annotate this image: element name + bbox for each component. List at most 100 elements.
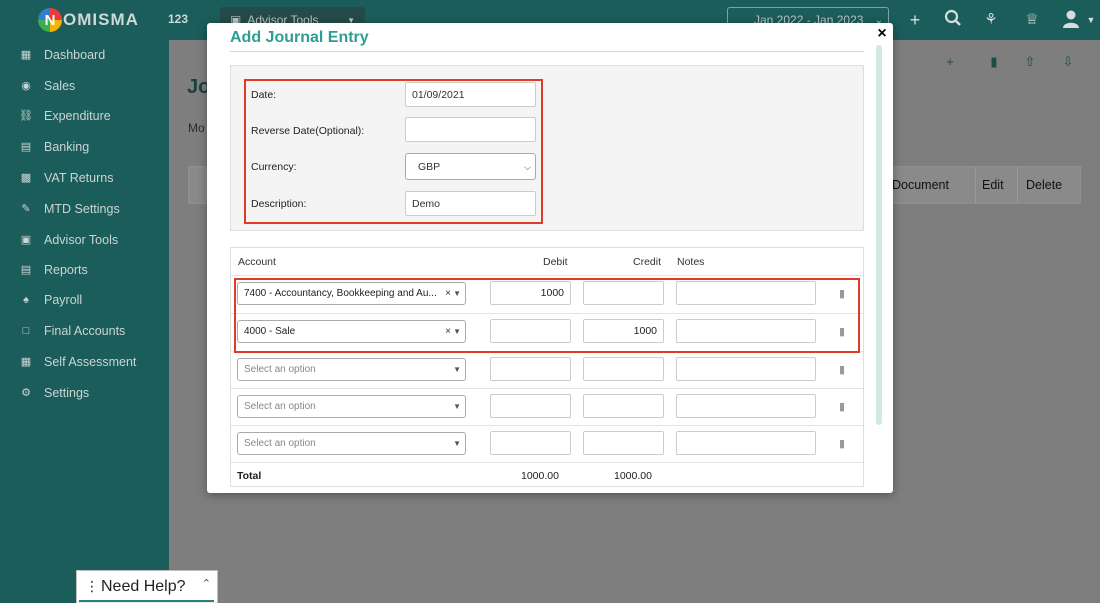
notes-input[interactable] (676, 431, 816, 455)
trash-icon[interactable]: ▮ (839, 437, 845, 450)
need-help-widget[interactable]: ⋮ Need Help? ⌃ (76, 570, 218, 603)
notes-column-header: Notes (677, 256, 705, 268)
account-select[interactable]: Select an option ▼ (237, 395, 466, 418)
reports-icon: ▤ (20, 264, 32, 276)
caret-down-icon: ▼ (453, 439, 461, 448)
self-assessment-icon: ▦ (20, 356, 32, 368)
dashboard-icon: ▦ (20, 49, 32, 61)
sidebar-item-reports[interactable]: ▤ Reports (0, 256, 169, 284)
debit-input[interactable] (490, 394, 571, 418)
debit-input[interactable] (490, 357, 571, 381)
sidebar-item-vat-returns[interactable]: ▩ VAT Returns (0, 164, 169, 192)
sidebar-item-final-accounts[interactable]: □ Final Accounts (0, 317, 169, 345)
currency-select[interactable]: GBP ⌵ (405, 153, 536, 180)
vat-icon: ▩ (20, 172, 32, 184)
sales-icon: ◉ (21, 80, 31, 92)
debit-column-header: Debit (543, 256, 568, 268)
chevron-down-icon: ⌵ (524, 162, 531, 172)
reverse-date-field[interactable] (405, 117, 536, 142)
sidebar-item-mtd-settings[interactable]: ✎ MTD Settings (0, 195, 169, 223)
trash-icon[interactable]: ▮ (986, 54, 1002, 70)
need-help-underline (79, 600, 214, 602)
logo-mark: N (38, 8, 62, 32)
mtd-icon: ✎ (21, 203, 31, 215)
sidebar-item-sales[interactable]: ◉ Sales (0, 72, 169, 100)
sidebar-item-label: Expenditure (44, 109, 111, 123)
crest-icon[interactable]: ♕ (1021, 9, 1043, 31)
logo-text: OMISMA (63, 10, 139, 29)
column-header-edit: Edit (982, 178, 1004, 192)
notes-input[interactable] (676, 357, 816, 381)
notes-input[interactable] (676, 394, 816, 418)
search-icon[interactable] (942, 9, 964, 31)
journal-line-row: Select an option ▼ ▮ (231, 388, 863, 426)
account-select[interactable]: Select an option ▼ (237, 432, 466, 455)
modal-divider (230, 51, 864, 52)
need-help-label: Need Help? (101, 577, 186, 595)
expenditure-icon: ⛓ (19, 110, 33, 122)
total-debit: 1000.00 (521, 470, 559, 482)
user-icon[interactable] (1060, 9, 1082, 31)
app-logo[interactable]: N OMISMA (38, 6, 148, 34)
currency-label: Currency: (251, 161, 297, 173)
account-placeholder: Select an option (244, 401, 316, 412)
sidebar-item-label: VAT Returns (44, 171, 114, 185)
date-label: Date: (251, 89, 277, 101)
debit-input[interactable] (490, 431, 571, 455)
sidebar: ▦ Dashboard ◉ Sales ⛓ Expenditure ▤ Banking … (0, 40, 169, 603)
need-help-tab[interactable]: ⋮ Need Help? ⌃ (77, 571, 217, 602)
user-caret-icon[interactable]: ▼ (1080, 9, 1100, 31)
close-button[interactable]: × (874, 26, 890, 42)
sidebar-item-dashboard[interactable]: ▦ Dashboard (0, 41, 169, 69)
description-label: Description: (251, 198, 307, 210)
total-row: Total 1000.00 1000.00 (231, 462, 863, 486)
sidebar-item-label: Final Accounts (44, 324, 126, 338)
sidebar-item-advisor-tools[interactable]: ▣ Advisor Tools (0, 226, 169, 254)
sidebar-item-label: Advisor Tools (44, 233, 119, 247)
account-placeholder: Select an option (244, 438, 316, 449)
handshake-icon[interactable]: ⚘ (980, 9, 1002, 31)
modal-title: Add Journal Entry (230, 29, 369, 46)
caret-down-icon: ▼ (453, 402, 461, 411)
date-field[interactable]: 01/09/2021 (405, 82, 536, 107)
trash-icon[interactable]: ▮ (839, 363, 845, 376)
final-accounts-icon: □ (22, 325, 30, 337)
journal-line-row: Select an option ▼ ▮ (231, 425, 863, 463)
download-icon[interactable]: ⇩ (1060, 54, 1076, 70)
company-name: 123 (168, 12, 189, 26)
upload-icon[interactable]: ⇧ (1022, 54, 1038, 70)
bank-icon: ▤ (20, 141, 32, 153)
reverse-date-label: Reverse Date(Optional): (251, 125, 365, 137)
total-credit: 1000.00 (614, 470, 652, 482)
add-icon[interactable]: + (942, 54, 958, 69)
trash-icon[interactable]: ▮ (839, 400, 845, 413)
sidebar-item-expenditure[interactable]: ⛓ Expenditure (0, 102, 169, 130)
drag-handle-icon: ⋮ (85, 578, 99, 594)
account-column-header: Account (238, 256, 276, 268)
caret-down-icon: ▼ (453, 365, 461, 374)
column-divider (1017, 167, 1018, 203)
account-select[interactable]: Select an option ▼ (237, 358, 466, 381)
sidebar-item-banking[interactable]: ▤ Banking (0, 133, 169, 161)
sidebar-item-self-assessment[interactable]: ▦ Self Assessment (0, 348, 169, 376)
sidebar-item-label: MTD Settings (44, 202, 120, 216)
sidebar-item-label: Settings (44, 386, 90, 400)
credit-input[interactable] (583, 357, 664, 381)
sidebar-item-label: Banking (44, 140, 90, 154)
total-label: Total (237, 470, 262, 482)
sidebar-item-label: Sales (44, 79, 76, 93)
credit-input[interactable] (583, 394, 664, 418)
sidebar-item-label: Dashboard (44, 48, 106, 62)
column-divider (975, 167, 976, 203)
sidebar-item-settings[interactable]: ⚙ Settings (0, 379, 169, 407)
add-journal-entry-modal: Add Journal Entry × Date: 01/09/2021 Rev… (207, 23, 893, 493)
sidebar-item-payroll[interactable]: ♠ Payroll (0, 286, 169, 314)
credit-column-header: Credit (633, 256, 662, 268)
plus-icon[interactable]: + (904, 9, 926, 31)
description-field[interactable]: Demo (405, 191, 536, 216)
credit-input[interactable] (583, 431, 664, 455)
sidebar-item-label: Self Assessment (44, 355, 137, 369)
modal-scrollbar[interactable] (876, 45, 882, 425)
journal-form-panel: Date: 01/09/2021 Reverse Date(Optional):… (230, 65, 864, 231)
chevron-up-icon[interactable]: ⌃ (202, 577, 211, 590)
